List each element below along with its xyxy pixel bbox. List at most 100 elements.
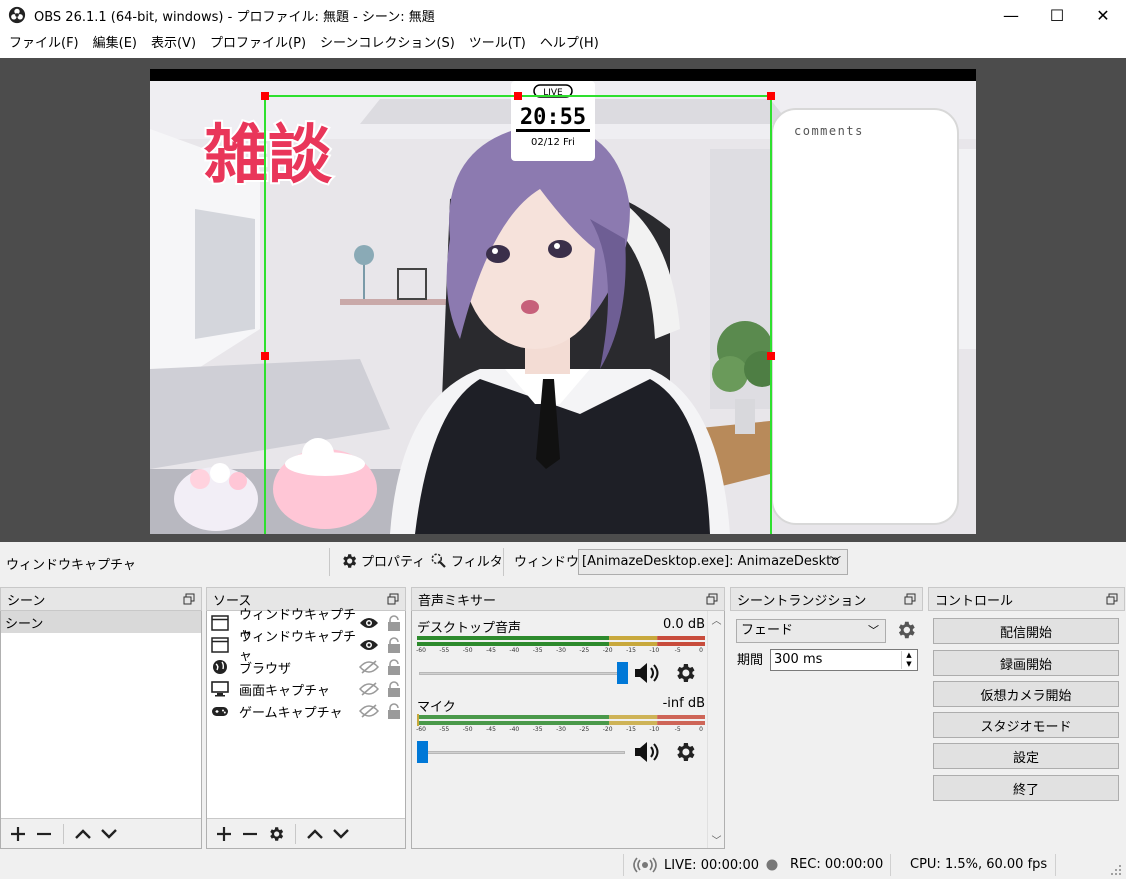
meter-tick-label: -50 [462, 647, 473, 654]
close-button[interactable]: ✕ [1080, 0, 1126, 30]
source-item[interactable]: ブラウザ [207, 656, 405, 678]
source-item[interactable]: ウィンドウキャプチャ [207, 630, 405, 664]
gear-icon [270, 826, 284, 841]
meter-tick-label: -15 [626, 647, 636, 654]
scenes-list[interactable]: シーン [0, 611, 202, 849]
mixer-scrollbar[interactable]: ︿ ﹀ [707, 611, 724, 848]
remove-source-button[interactable] [239, 823, 261, 845]
scroll-up-arrow[interactable]: ︿ [708, 611, 725, 628]
float-dock-icon[interactable] [183, 593, 195, 605]
fader-thumb[interactable] [417, 741, 428, 763]
scenes-dock-title: シーン [7, 593, 46, 609]
scene-transitions-dock-header: シーントランジション [730, 587, 923, 611]
meter-tick-label: -40 [509, 726, 520, 733]
spin-up-arrow[interactable]: ▲ [902, 651, 916, 660]
meter-tick-label: -10 [649, 647, 660, 654]
menu-file[interactable]: ファイル(F) [2, 30, 86, 58]
gear-icon[interactable] [673, 661, 697, 685]
meter-band [609, 642, 658, 646]
menu-profile[interactable]: プロファイル(P) [203, 30, 313, 58]
menu-scene-collection[interactable]: シーンコレクション(S) [313, 30, 462, 58]
scene-item[interactable]: シーン [1, 611, 201, 633]
sources-list[interactable]: ウィンドウキャプチャ ウィンドウキャプチャ ブラウザ 画面キャプチャ ゲームキャ… [206, 608, 406, 849]
scene-preview-image: LIVE 20:55 02/12 Fri 雑談 comments [150, 69, 976, 534]
start-streaming-button[interactable]: 配信開始 [933, 618, 1119, 644]
broadcast-icon [633, 857, 657, 873]
duration-spinbox[interactable]: 300 ms ▲ ▼ [770, 649, 918, 671]
move-scene-up-button[interactable] [72, 823, 94, 845]
volume-fader[interactable] [417, 661, 629, 685]
meter-band [417, 715, 610, 719]
lock-icon[interactable] [387, 681, 401, 697]
controls-dock-title: コントロール [935, 593, 1014, 609]
gear-icon[interactable] [673, 740, 697, 764]
source-item[interactable]: ゲームキャプチャ [207, 700, 405, 722]
controls-dock-header: コントロール [928, 587, 1125, 611]
preview-area[interactable]: LIVE 20:55 02/12 Fri 雑談 comments [0, 58, 1126, 542]
monitor-icon [211, 681, 229, 697]
resize-grip-icon[interactable] [1108, 862, 1122, 876]
start-recording-button[interactable]: 録画開始 [933, 650, 1119, 676]
lock-icon[interactable] [387, 637, 401, 653]
menu-edit[interactable]: 編集(E) [86, 30, 144, 58]
lock-icon[interactable] [387, 659, 401, 675]
add-scene-button[interactable] [7, 823, 29, 845]
lock-icon[interactable] [387, 703, 401, 719]
minimize-button[interactable]: — [988, 0, 1034, 30]
menu-help[interactable]: ヘルプ(H) [533, 30, 606, 58]
float-dock-icon[interactable] [706, 593, 718, 605]
properties-button[interactable]: プロパティ [340, 551, 425, 570]
meter-tick-label: 0 [699, 726, 703, 733]
meter-tick-label: -5 [674, 726, 681, 733]
start-virtual-camera-button[interactable]: 仮想カメラ開始 [933, 681, 1119, 707]
speaker-icon[interactable] [633, 740, 663, 764]
eye-icon[interactable] [359, 615, 379, 631]
add-source-button[interactable] [213, 823, 235, 845]
meter-band [609, 721, 658, 725]
preview-canvas[interactable]: LIVE 20:55 02/12 Fri 雑談 comments [150, 69, 976, 534]
scenes-dock: シーン シーン [0, 587, 202, 849]
eye-hidden-icon[interactable] [359, 659, 379, 675]
meter-tick-label: -15 [626, 726, 636, 733]
exit-button[interactable]: 終了 [933, 775, 1119, 801]
gear-icon[interactable] [895, 619, 917, 641]
scroll-down-arrow[interactable]: ﹀ [708, 831, 725, 848]
remove-scene-button[interactable] [33, 823, 55, 845]
move-source-up-button[interactable] [304, 823, 326, 845]
obs-logo-icon [8, 6, 26, 24]
fader-thumb[interactable] [617, 662, 628, 684]
filters-button[interactable]: フィルタ [430, 551, 503, 570]
source-item[interactable]: 画面キャプチャ [207, 678, 405, 700]
filters-label: フィルタ [451, 555, 503, 570]
audio-mixer-dock: 音声ミキサー デスクトップ音声 0.0 dB -60 -55 -50 -45 -40 -3… [411, 587, 725, 849]
meter-tick-label: -35 [532, 647, 543, 654]
studio-mode-button[interactable]: スタジオモード [933, 712, 1119, 738]
clock-time: 20:55 [520, 105, 586, 130]
eye-hidden-icon[interactable] [359, 703, 379, 719]
volume-meter [417, 636, 705, 646]
lock-icon[interactable] [387, 615, 401, 631]
meter-tick-label: -55 [439, 726, 450, 733]
menu-tools[interactable]: ツール(T) [462, 30, 533, 58]
float-dock-icon[interactable] [1106, 593, 1118, 605]
move-scene-down-button[interactable] [98, 823, 120, 845]
window-label: ウィンドウ [514, 555, 580, 570]
meter-band [657, 715, 705, 719]
meter-tick-label: -30 [556, 647, 566, 654]
float-dock-icon[interactable] [387, 593, 399, 605]
source-properties-button[interactable] [265, 823, 287, 845]
window-select[interactable]: [AnimazeDesktop.exe]: AnimazeDeskto ﹀ [578, 549, 848, 575]
chevron-down-icon [101, 828, 117, 839]
transition-select[interactable]: フェード ﹀ [736, 619, 886, 643]
eye-hidden-icon[interactable] [359, 681, 379, 697]
move-source-down-button[interactable] [330, 823, 352, 845]
volume-fader[interactable] [417, 740, 629, 764]
float-dock-icon[interactable] [904, 593, 916, 605]
menu-view[interactable]: 表示(V) [144, 30, 203, 58]
spin-down-arrow[interactable]: ▼ [902, 660, 916, 669]
eye-icon[interactable] [359, 637, 379, 653]
minus-icon [243, 832, 257, 835]
maximize-button[interactable]: ☐ [1034, 0, 1080, 30]
speaker-icon[interactable] [633, 661, 663, 685]
settings-button[interactable]: 設定 [933, 743, 1119, 769]
